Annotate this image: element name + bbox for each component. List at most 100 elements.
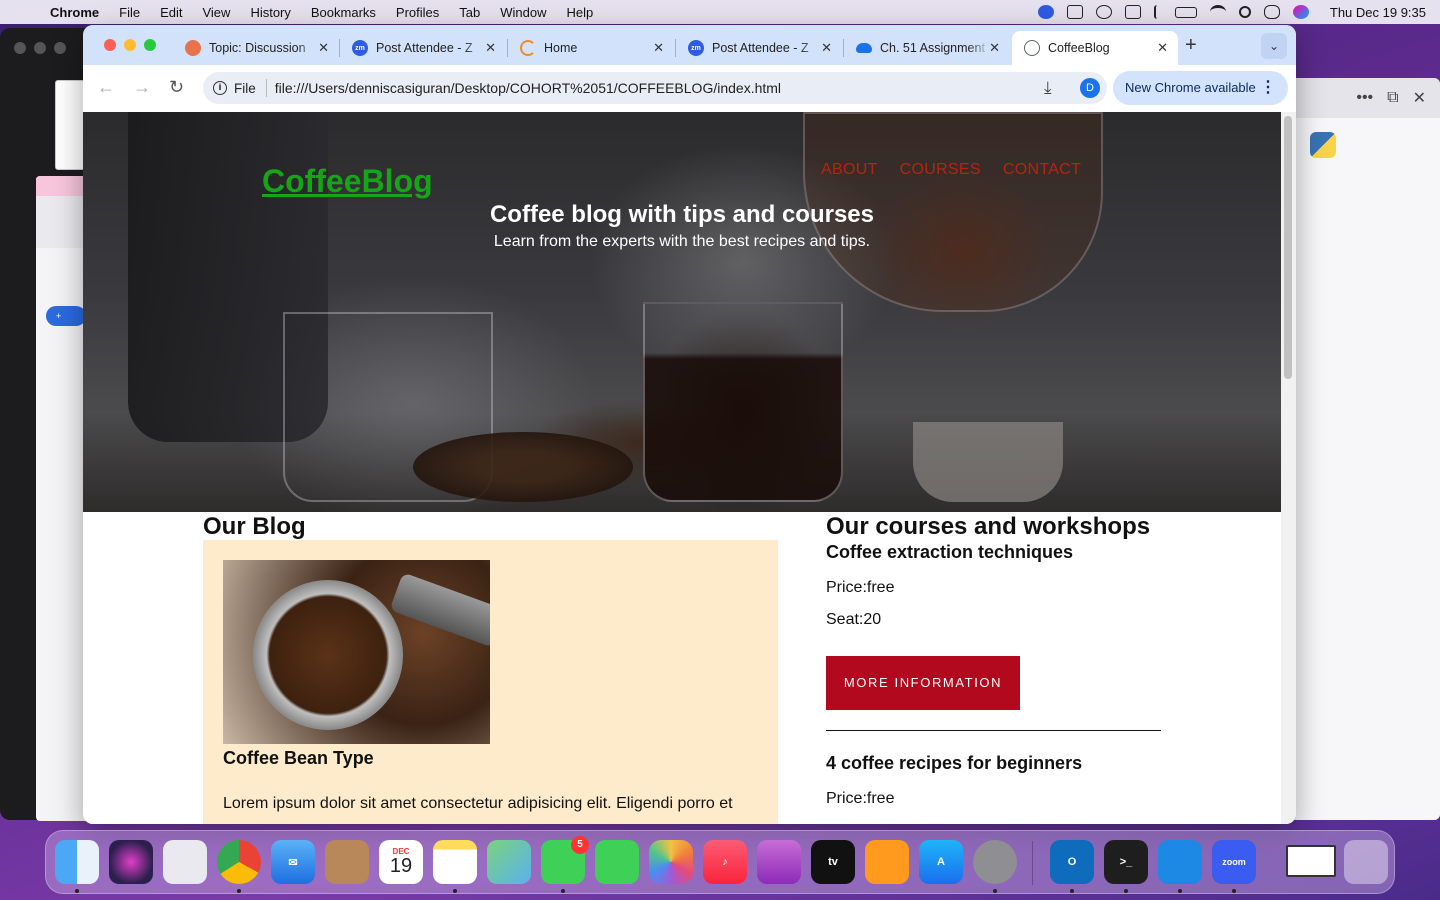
nav-contact[interactable]: CONTACT [1003,161,1081,179]
tab-post-attendee-2[interactable]: zm Post Attendee - Z ✕ [676,31,842,65]
download-icon[interactable]: ⤓ [1044,78,1052,98]
address-separator [265,79,267,97]
page-scrollbar[interactable] [1281,112,1296,824]
site-info-icon[interactable]: i [213,81,227,95]
photos-icon[interactable] [649,840,693,884]
address-bar[interactable]: i File file:///Users/denniscasiguran/Des… [203,72,1107,104]
tab-search-chevron-icon[interactable]: ⌄ [1261,33,1287,59]
close-tab-icon[interactable]: ✕ [318,40,329,56]
close-tab-icon[interactable]: ✕ [653,40,664,56]
spotlight-search-icon[interactable] [1238,6,1251,18]
podcasts-icon[interactable] [757,840,801,884]
nav-about[interactable]: ABOUT [821,161,878,179]
tv-icon[interactable]: tv [811,840,855,884]
globe-icon [1024,40,1040,56]
close-tab-icon[interactable]: ✕ [989,40,1000,56]
new-tab-button[interactable]: + [1185,34,1197,57]
siri-icon[interactable] [1292,5,1309,19]
address-url[interactable]: file:///Users/denniscasiguran/Desktop/CO… [275,80,781,96]
more-information-button[interactable]: MORE INFORMATION [826,656,1020,710]
terminal-icon[interactable]: >_ [1104,840,1148,884]
menu-file[interactable]: File [119,5,140,20]
menu-profiles[interactable]: Profiles [396,5,439,20]
mail-icon[interactable]: ✉ [271,840,315,884]
outlook-status-icon[interactable] [1066,5,1083,19]
close-icon[interactable]: ✕ [1413,88,1426,108]
chrome-icon[interactable] [217,840,261,884]
zoom-icon[interactable]: zoom [1212,840,1256,884]
menu-edit[interactable]: Edit [160,5,182,20]
back-arrow-icon[interactable]: ← [97,77,115,98]
maps-icon[interactable] [487,840,531,884]
app-store-icon[interactable]: A [919,840,963,884]
menu-history[interactable]: History [250,5,290,20]
hero-title: Coffee blog with tips and courses [489,201,875,228]
menu-app-name[interactable]: Chrome [50,5,99,20]
facetime-icon[interactable] [595,840,639,884]
profile-avatar[interactable]: D [1080,78,1100,98]
tab-post-attendee-1[interactable]: zm Post Attendee - Z ✕ [340,31,506,65]
tab-label: Home [544,41,578,55]
kebab-menu-icon[interactable]: ⋮ [1260,71,1276,105]
running-indicator [237,889,241,893]
menu-bookmarks[interactable]: Bookmarks [311,5,376,20]
python-icon [1310,132,1336,158]
control-center-icon[interactable] [1263,5,1280,19]
vscode-icon[interactable] [1158,840,1202,884]
menu-window[interactable]: Window [500,5,546,20]
menu-clock[interactable]: Thu Dec 19 9:35 [1330,5,1426,20]
close-window-button[interactable] [104,39,116,51]
forward-arrow-icon[interactable]: → [133,77,151,98]
background-window-tiny[interactable] [55,80,85,170]
finder-icon[interactable] [55,840,99,884]
trash-icon[interactable] [1344,840,1388,884]
coffee-glass-image [643,302,843,502]
siri-icon[interactable] [109,840,153,884]
site-logo[interactable]: CoffeeBlog [262,163,433,200]
running-indicator [1178,889,1182,893]
menu-help[interactable]: Help [567,5,594,20]
reload-icon[interactable]: ↻ [169,77,184,98]
books-icon[interactable] [865,840,909,884]
zoom-window-button[interactable] [144,39,156,51]
tab-home[interactable]: Home ✕ [508,31,674,65]
running-indicator [561,889,565,893]
window-controls [14,42,66,54]
scrollbar-thumb[interactable] [1284,116,1292,379]
keyboard-icon[interactable] [1124,5,1141,19]
portafilter [253,580,403,730]
nav-courses[interactable]: COURSES [900,161,981,179]
contacts-icon[interactable] [325,840,369,884]
page-viewport: CoffeeBlog ABOUT COURSES CONTACT Coffee … [83,112,1281,824]
add-button[interactable]: + [46,306,86,326]
bluetooth-icon[interactable] [1153,5,1162,19]
tab-label: CoffeeBlog [1048,41,1110,55]
close-tab-icon[interactable]: ✕ [485,40,496,56]
tab-discussion[interactable]: Topic: Discussion ✕ [173,31,339,65]
battery-icon[interactable] [1174,6,1197,18]
close-tab-icon[interactable]: ✕ [821,40,832,56]
popout-icon[interactable]: ⧉ [1387,89,1398,107]
messages-icon[interactable]: 5 [541,836,589,884]
music-icon[interactable]: ♪ [703,840,747,884]
minimize-window-button[interactable] [124,39,136,51]
outlook-icon[interactable]: O [1050,840,1094,884]
tab-coffeeblog[interactable]: CoffeeBlog ✕ [1012,31,1178,65]
accessibility-icon[interactable] [1095,5,1112,19]
address-scheme[interactable]: File [234,81,256,96]
system-settings-icon[interactable] [973,840,1017,884]
calendar-icon[interactable]: DEC 19 [379,840,423,884]
minimized-window-thumbnail[interactable] [1286,845,1336,877]
update-chrome-button[interactable]: New Chrome available ⋮ [1113,71,1288,105]
wifi-icon[interactable] [1209,5,1226,19]
menu-view[interactable]: View [202,5,230,20]
notes-icon[interactable] [433,840,477,884]
zoom-status-icon[interactable] [1037,5,1054,19]
more-icon[interactable]: ••• [1356,89,1373,107]
running-indicator [1070,889,1074,893]
launchpad-icon[interactable] [163,840,207,884]
tab-assignment[interactable]: Ch. 51 Assignment ✕ [844,31,1010,65]
menu-tab[interactable]: Tab [459,5,480,20]
close-tab-icon[interactable]: ✕ [1157,40,1168,56]
loading-icon [520,40,536,56]
